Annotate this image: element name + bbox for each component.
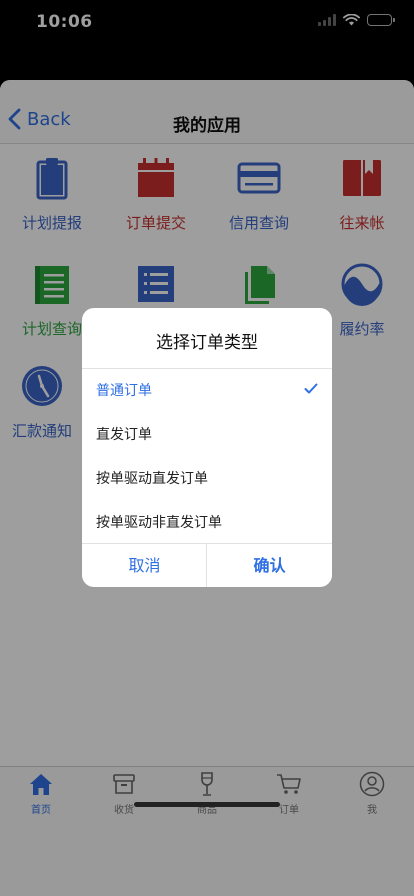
confirm-button[interactable]: 确认 (207, 544, 332, 587)
order-type-dialog: 选择订单类型 普通订单 直发订单 按单驱动直发订单 按单驱动非直发订单 取消 确… (82, 308, 332, 587)
option-label: 按单驱动直发订单 (96, 471, 208, 487)
option-driven-direct-order[interactable]: 按单驱动直发订单 (82, 456, 332, 500)
option-label: 直发订单 (96, 427, 152, 443)
option-driven-non-direct-order[interactable]: 按单驱动非直发订单 (82, 500, 332, 544)
dialog-title: 选择订单类型 (156, 333, 258, 353)
home-indicator (134, 802, 280, 807)
option-label: 按单驱动非直发订单 (96, 515, 222, 531)
option-direct-order[interactable]: 直发订单 (82, 412, 332, 456)
checkmark-icon (304, 383, 318, 394)
option-label: 普通订单 (96, 383, 152, 399)
cancel-button[interactable]: 取消 (82, 544, 207, 587)
option-normal-order[interactable]: 普通订单 (82, 368, 332, 412)
